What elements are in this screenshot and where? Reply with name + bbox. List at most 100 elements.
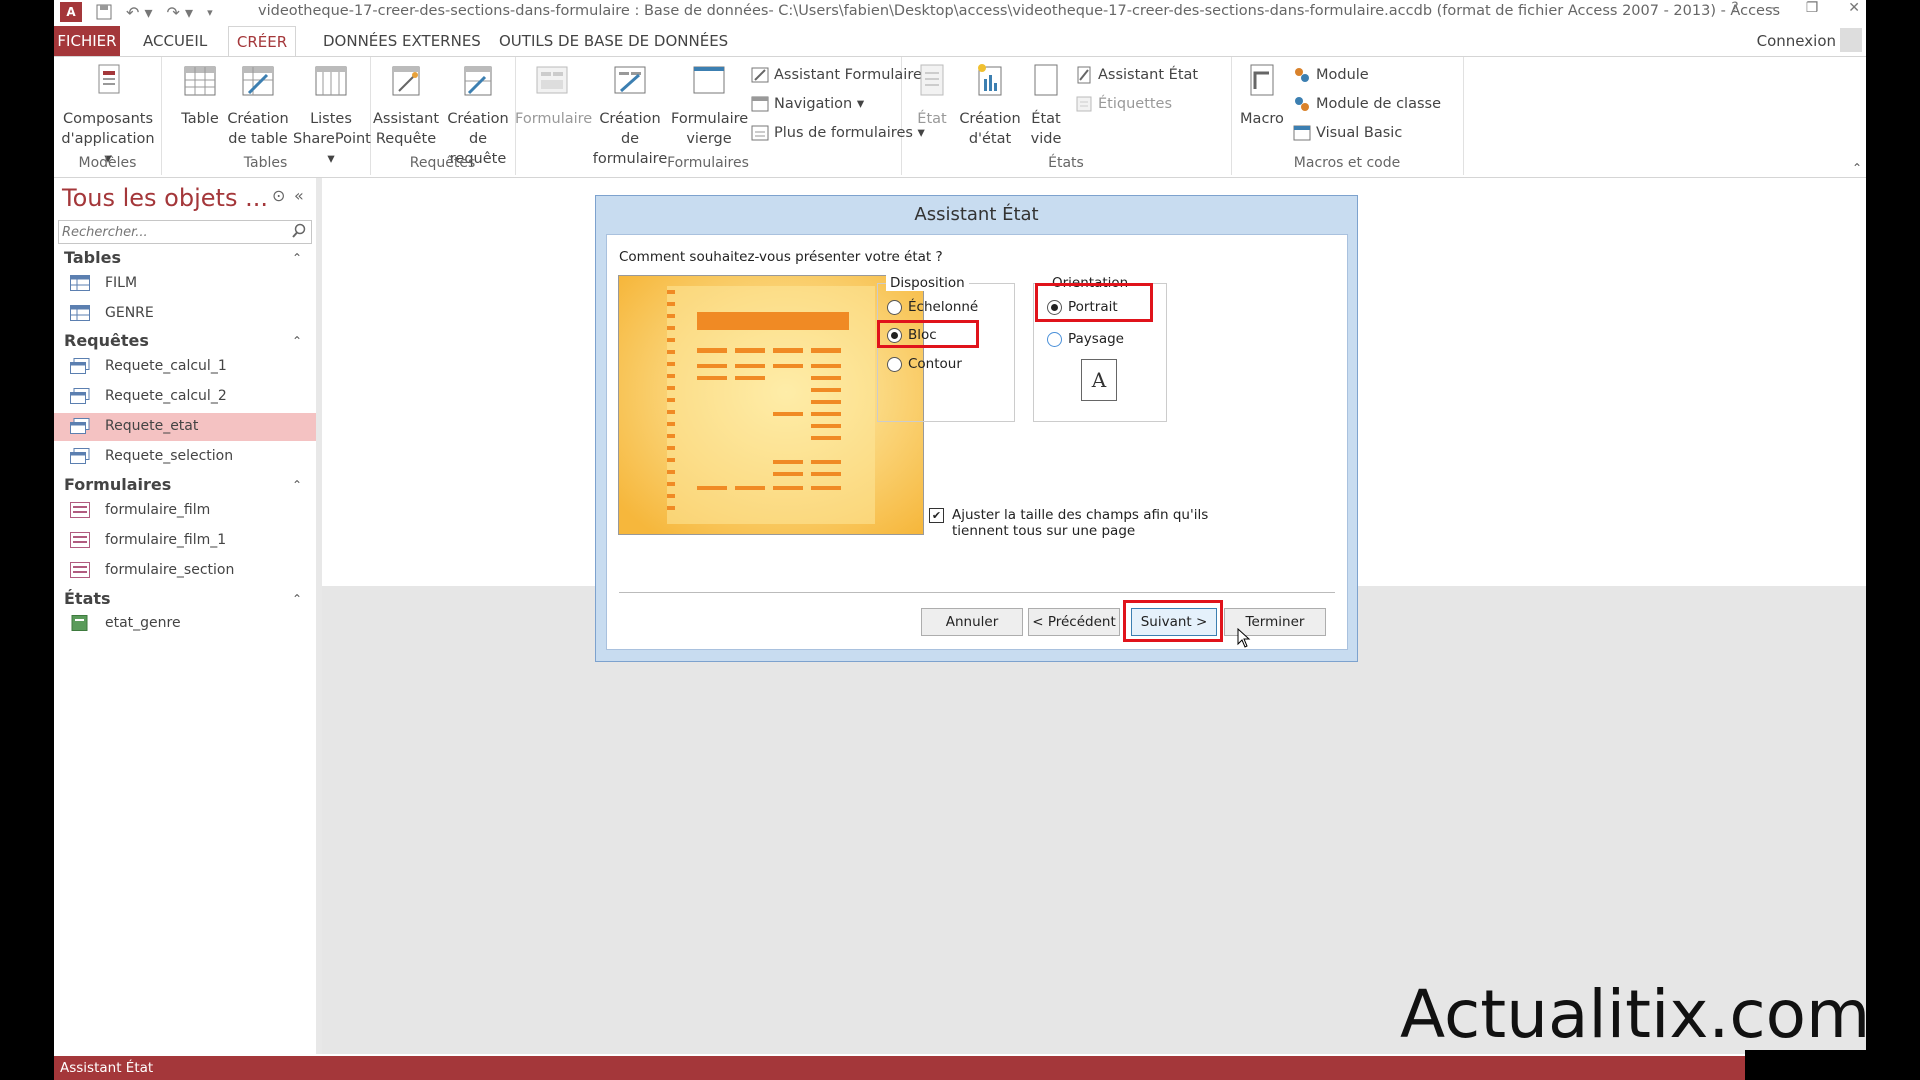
creation-de-formulaire-button[interactable]: Création de formulaire <box>589 63 671 169</box>
search-icon[interactable] <box>291 223 307 239</box>
tab-fichier[interactable]: FICHIER <box>54 26 120 56</box>
quick-access-toolbar: A ↶ ▾ ↷ ▾ ▾ <box>60 2 213 22</box>
customize-toolbar-icon[interactable]: ▾ <box>207 6 213 19</box>
help-icon[interactable]: ? <box>1731 0 1738 16</box>
nav-pane-title[interactable]: Tous les objets ... <box>62 184 268 212</box>
nav-item-film[interactable]: FILM <box>54 270 316 298</box>
tab-outils-base-de-donnees[interactable]: OUTILS DE BASE DE DONNÉES <box>499 26 728 56</box>
composants-application-button[interactable]: Composants d'application ▾ <box>56 63 160 169</box>
fit-fields-label-line2: tiennent tous sur une page <box>952 523 1136 539</box>
nav-section-formulaires[interactable]: Formulaires <box>64 475 171 494</box>
restore-icon[interactable]: ❐ <box>1806 0 1819 16</box>
status-bar-corner <box>1745 1050 1866 1080</box>
nav-search-input[interactable] <box>59 222 275 243</box>
form-wizard-icon <box>751 67 769 83</box>
assistant-formulaire-label: Assistant Formulaire <box>774 67 922 83</box>
nav-section-tables[interactable]: Tables <box>64 248 121 267</box>
nav-item-requete-calcul-2[interactable]: Requete_calcul_2 <box>54 383 316 411</box>
nav-section-etats[interactable]: États <box>64 589 111 608</box>
creation-table-label-2: de table <box>228 131 288 147</box>
assistant-requete-label-2: Requête <box>375 131 437 147</box>
collapse-section-icon[interactable]: ⌃ <box>292 592 302 606</box>
module-button[interactable]: Module <box>1293 66 1369 84</box>
creation-de-requete-button[interactable]: Création de requête <box>442 63 514 169</box>
radio-echelonne-circle[interactable] <box>887 299 902 315</box>
nav-item-label: formulaire_section <box>105 562 235 578</box>
save-icon[interactable] <box>96 4 112 20</box>
assistant-formulaire-button[interactable]: Assistant Formulaire <box>751 66 922 84</box>
formulaire-button[interactable]: Formulaire <box>515 63 592 129</box>
title-bar: A ↶ ▾ ↷ ▾ ▾ videotheque-17-creer-des-sec… <box>54 0 1866 24</box>
tab-accueil[interactable]: ACCUEIL <box>143 26 207 56</box>
table-icon <box>70 275 90 291</box>
tab-donnees-externes[interactable]: DONNÉES EXTERNES <box>323 26 481 56</box>
collapse-section-icon[interactable]: ⌃ <box>292 251 302 265</box>
sign-in-link[interactable]: Connexion <box>1757 32 1836 50</box>
form-design-icon <box>614 66 646 94</box>
report-icon <box>920 64 944 96</box>
annuler-button[interactable]: Annuler <box>921 608 1023 636</box>
navigation-pane: Tous les objets ... ⊙ « Tables ⌃ FILM GE… <box>54 178 322 1054</box>
nav-search-box <box>58 220 312 244</box>
visual-basic-button[interactable]: Visual Basic <box>1293 124 1402 142</box>
nav-item-requete-selection[interactable]: Requete_selection <box>54 443 316 471</box>
table-button[interactable]: Table <box>177 63 223 129</box>
nav-item-label: Requete_etat <box>105 418 199 434</box>
macro-label: Macro <box>1240 111 1284 127</box>
navigation-form-icon <box>751 96 769 112</box>
class-module-icon <box>1295 97 1309 111</box>
assistant-etat-button[interactable]: Assistant État <box>1075 66 1198 84</box>
navigation-label: Navigation ▾ <box>774 96 865 112</box>
nav-item-formulaire-film[interactable]: formulaire_film <box>54 497 316 525</box>
collapse-ribbon-icon[interactable]: ⌃ <box>1852 161 1862 175</box>
creation-d-etat-button[interactable]: Création d'état <box>957 63 1023 149</box>
nav-item-formulaire-section[interactable]: formulaire_section <box>54 557 316 585</box>
radio-paysage[interactable]: Paysage <box>1047 331 1124 347</box>
nav-menu-dropdown-icon[interactable]: ⊙ <box>272 186 285 205</box>
formulaire-vierge-button[interactable]: Formulaire vierge <box>671 63 748 149</box>
visual-basic-icon <box>1293 125 1311 141</box>
user-avatar-icon[interactable] <box>1840 28 1862 52</box>
close-icon[interactable]: ✕ <box>1848 0 1860 16</box>
minimize-icon[interactable]: – <box>1769 0 1776 16</box>
nav-item-genre[interactable]: GENRE <box>54 300 316 328</box>
more-forms-icon <box>751 125 769 141</box>
nav-item-etat-genre[interactable]: etat_genre <box>54 610 316 638</box>
nav-section-requetes[interactable]: Requêtes <box>64 331 149 350</box>
access-logo-icon: A <box>60 2 82 22</box>
collapse-section-icon[interactable]: ⌃ <box>292 334 302 348</box>
fit-fields-checkbox[interactable]: ✔ <box>929 508 944 523</box>
redo-icon[interactable]: ↷ ▾ <box>167 3 194 22</box>
etiquettes-button[interactable]: Étiquettes <box>1075 95 1172 113</box>
collapse-section-icon[interactable]: ⌃ <box>292 478 302 492</box>
plus-de-formulaires-button[interactable]: Plus de formulaires ▾ <box>751 124 925 142</box>
assistant-requete-button[interactable]: Assistant Requête <box>372 63 440 149</box>
collapse-nav-pane-icon[interactable]: « <box>294 186 304 205</box>
creation-de-table-button[interactable]: Création de table <box>225 63 291 149</box>
radio-paysage-circle[interactable] <box>1047 331 1062 347</box>
nav-item-requete-etat[interactable]: Requete_etat <box>54 413 316 441</box>
nav-item-formulaire-film-1[interactable]: formulaire_film_1 <box>54 527 316 555</box>
radio-contour[interactable]: Contour <box>887 356 962 372</box>
nav-item-requete-calcul-1[interactable]: Requete_calcul_1 <box>54 353 316 381</box>
dialog-question: Comment souhaitez-vous présenter votre é… <box>619 249 943 265</box>
radio-echelonne[interactable]: Échelonné <box>887 299 978 315</box>
module-de-classe-button[interactable]: Module de classe <box>1293 95 1441 113</box>
query-wizard-icon <box>392 66 420 96</box>
etat-vide-button[interactable]: État vide <box>1023 63 1069 149</box>
radio-contour-label: Contour <box>908 356 962 372</box>
form-icon <box>70 502 90 518</box>
listes-sharepoint-button[interactable]: Listes SharePoint ▾ <box>293 63 371 169</box>
group-macros-et-code: Macro Module Module de classe Visual Bas… <box>1231 57 1464 175</box>
status-bar: Assistant État <box>54 1056 1866 1080</box>
radio-contour-circle[interactable] <box>887 356 902 372</box>
etat-button[interactable]: État <box>909 63 955 129</box>
fit-fields-checkbox-row[interactable]: ✔ Ajuster la taille des champs afin qu'i… <box>929 507 1208 539</box>
navigation-button[interactable]: Navigation ▾ <box>751 95 864 113</box>
precedent-button[interactable]: < Précédent <box>1028 608 1120 636</box>
query-design-icon <box>464 66 492 96</box>
undo-icon[interactable]: ↶ ▾ <box>126 3 153 22</box>
macro-button[interactable]: Macro <box>1237 63 1287 129</box>
tab-creer[interactable]: CRÉER <box>228 26 296 57</box>
group-modeles: Composants d'application ▾ Modèles <box>54 57 162 175</box>
